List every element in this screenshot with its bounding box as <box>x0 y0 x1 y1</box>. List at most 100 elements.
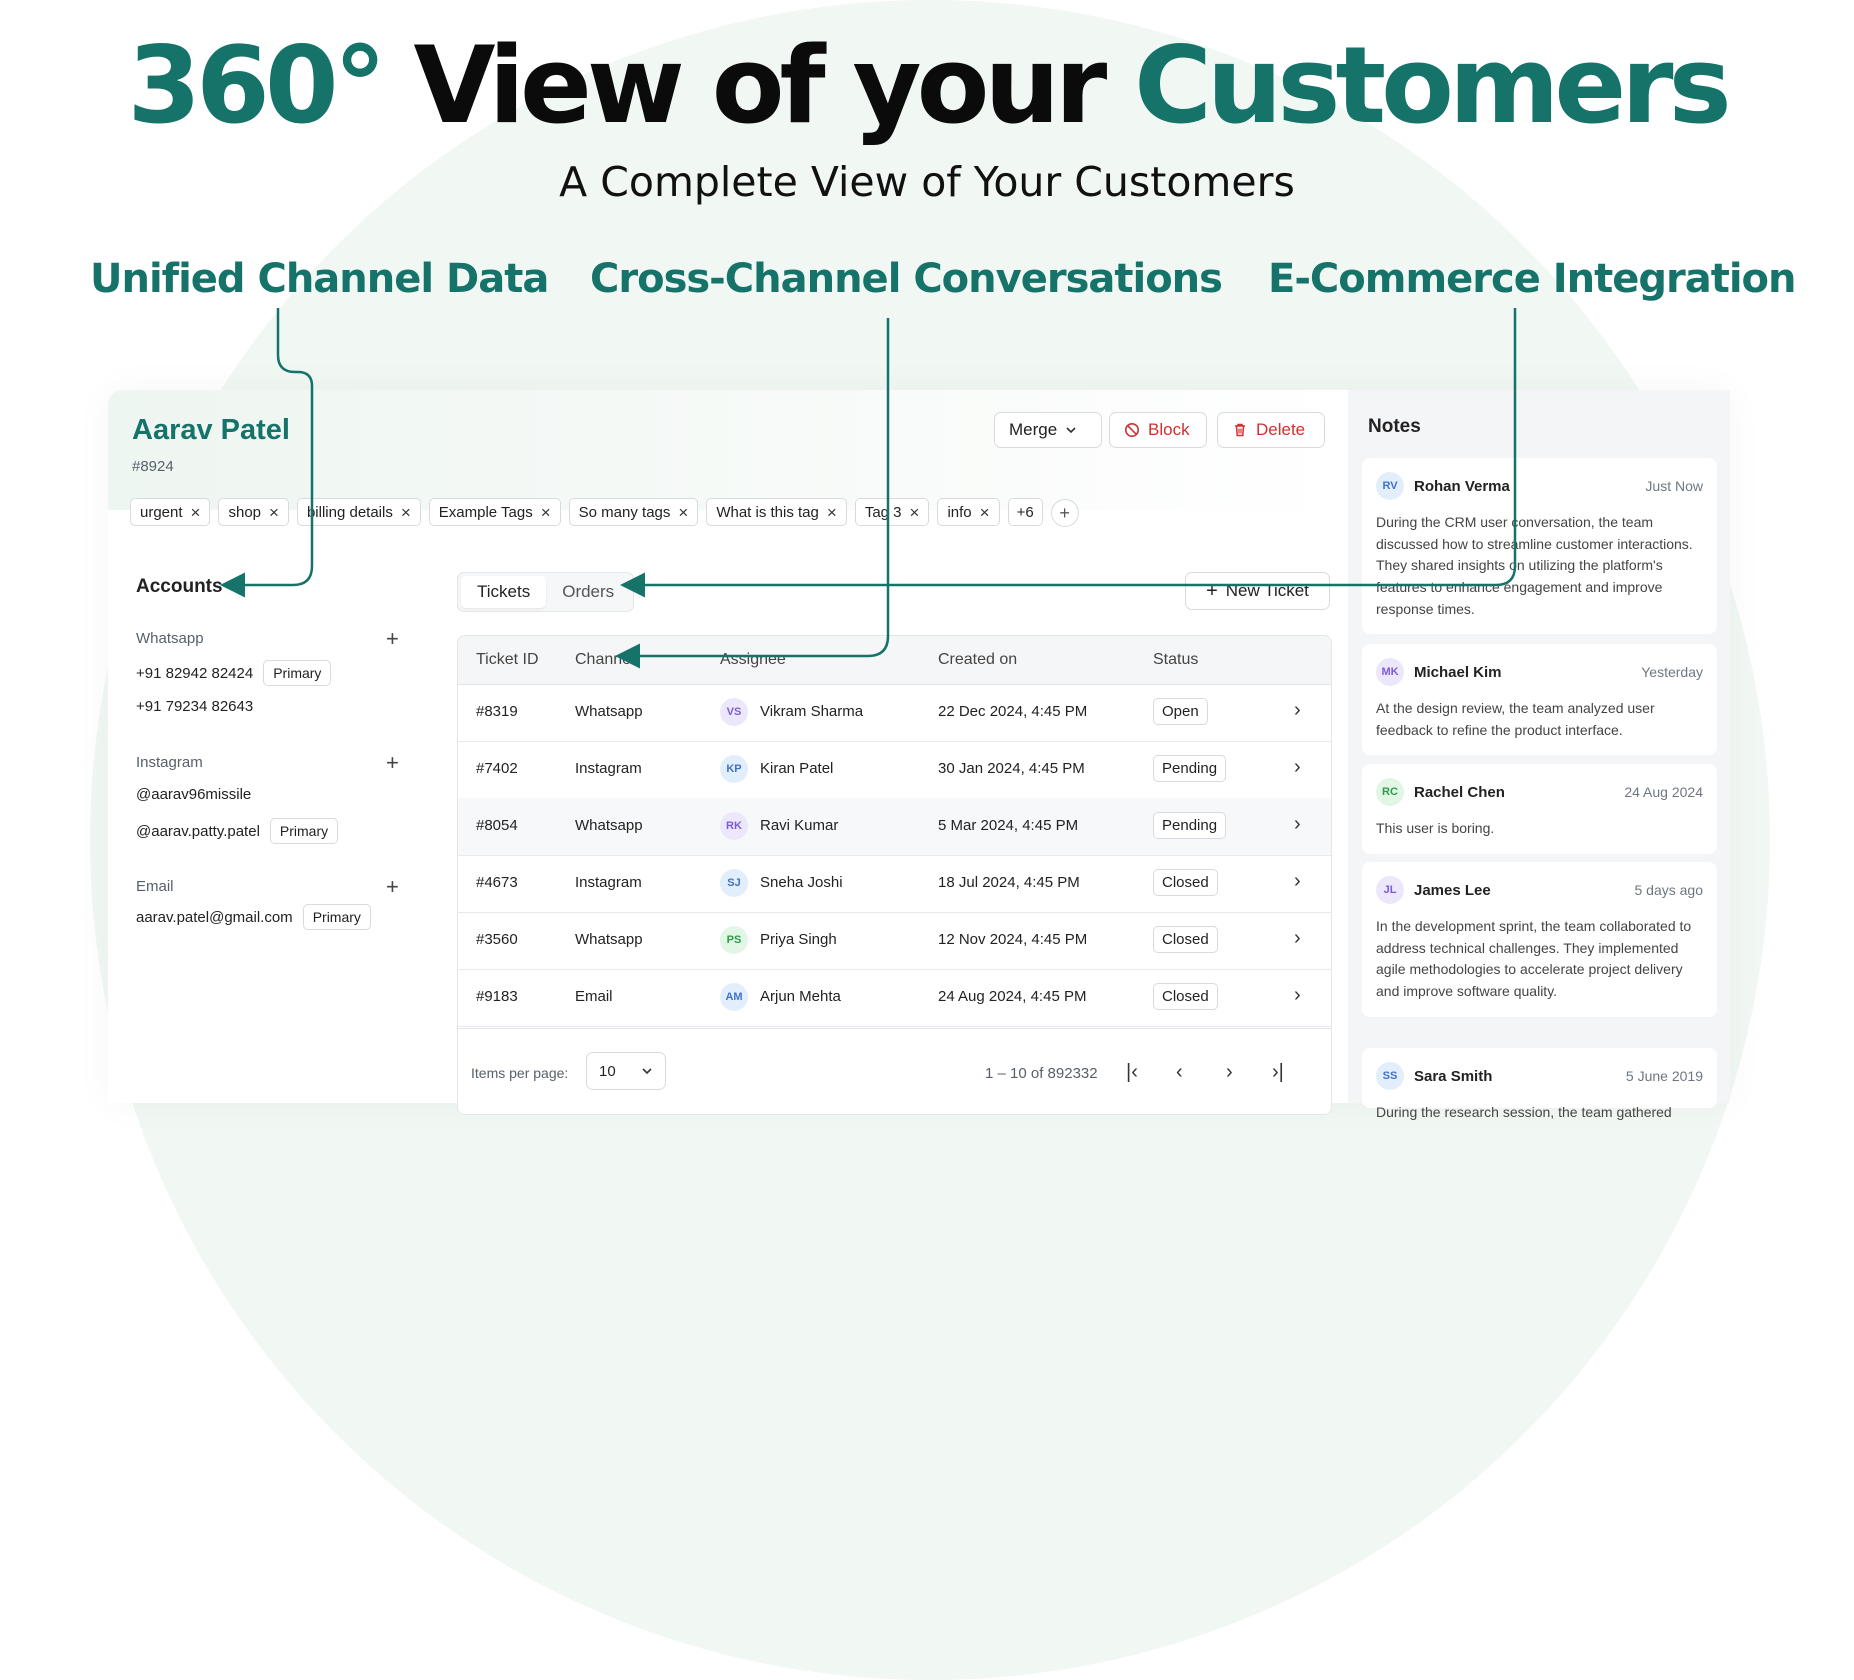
status-badge: Pending <box>1153 755 1227 782</box>
tab-tickets[interactable]: Tickets <box>461 576 547 608</box>
items-per-page-label: Items per page: <box>471 1065 569 1081</box>
panel-header-background <box>108 390 1348 510</box>
customer-profile-panel: Aarav Patel #8924 Merge Block Delete urg… <box>108 390 1730 1120</box>
tag-label: Example Tags <box>438 503 533 521</box>
feature-ecommerce-integration: E-Commerce Integration <box>1268 256 1796 302</box>
ticket-channel: Instagram <box>575 874 642 891</box>
ticket-assignee: Priya Singh <box>760 931 837 948</box>
assignee-avatar: RK <box>720 812 748 840</box>
tag-chip[interactable]: urgent × <box>130 498 211 526</box>
close-icon[interactable]: × <box>541 504 551 521</box>
plus-icon: + <box>1206 579 1218 602</box>
merge-button[interactable]: Merge <box>994 412 1102 448</box>
table-row[interactable]: #8054 Whatsapp RK Ravi Kumar 5 Mar 2024,… <box>458 798 1331 856</box>
block-button[interactable]: Block <box>1109 412 1207 448</box>
column-header-ticket-id[interactable]: Ticket ID <box>476 651 539 669</box>
note-card[interactable]: RC Rachel Chen 24 Aug 2024 This user is … <box>1362 764 1717 854</box>
column-header-created-on[interactable]: Created on <box>938 651 1017 669</box>
table-row[interactable]: #7402 Instagram KP Kiran Patel 30 Jan 20… <box>458 741 1331 799</box>
ticket-channel: Whatsapp <box>575 931 643 948</box>
feature-cross-channel-conversations: Cross-Channel Conversations <box>590 256 1223 302</box>
instagram-account-row[interactable]: @aarav96missile <box>136 786 251 803</box>
tag-chip[interactable]: What is this tag × <box>706 498 847 526</box>
table-row[interactable]: #8319 Whatsapp VS Vikram Sharma 22 Dec 2… <box>458 684 1331 742</box>
email-address: aarav.patel@gmail.com <box>136 908 293 926</box>
status-badge: Pending <box>1153 812 1227 839</box>
note-card[interactable]: MK Michael Kim Yesterday At the design r… <box>1362 644 1717 756</box>
ticket-channel: Instagram <box>575 760 642 777</box>
close-icon[interactable]: × <box>191 504 201 521</box>
tag-chip[interactable]: shop × <box>218 498 289 526</box>
note-card[interactable]: SS Sara Smith 5 June 2019 During the res… <box>1362 1048 1717 1120</box>
items-per-page-select[interactable]: 10 <box>586 1052 666 1090</box>
tag-chip[interactable]: Example Tags × <box>428 498 561 526</box>
close-icon[interactable]: × <box>910 504 920 521</box>
add-whatsapp-icon[interactable]: + <box>386 628 399 650</box>
note-author: James Lee <box>1414 881 1491 899</box>
column-header-status[interactable]: Status <box>1153 651 1198 669</box>
close-icon[interactable]: × <box>269 504 279 521</box>
add-email-icon[interactable]: + <box>386 876 399 898</box>
tag-chip[interactable]: Tag 3 × <box>854 498 930 526</box>
notes-title: Notes <box>1368 416 1421 437</box>
add-tag-icon[interactable]: + <box>1050 499 1079 527</box>
tab-orders[interactable]: Orders <box>546 576 630 608</box>
note-timestamp: 5 days ago <box>1634 882 1704 898</box>
first-page-icon[interactable]: |‹ <box>1126 1061 1138 1084</box>
instagram-account-row[interactable]: @aarav.patty.patel Primary <box>136 818 339 844</box>
note-avatar: MK <box>1376 658 1404 686</box>
tag-chip[interactable]: info × <box>937 498 1000 526</box>
hero-title: 360° View of your Customers <box>0 27 1854 145</box>
assignee-avatar: AM <box>720 983 748 1011</box>
next-page-icon[interactable]: › <box>1226 1061 1233 1084</box>
note-author: Sara Smith <box>1414 1067 1493 1085</box>
whatsapp-number: +91 79234 82643 <box>136 698 254 715</box>
close-icon[interactable]: × <box>401 504 411 521</box>
note-body: In the development sprint, the team coll… <box>1376 918 1692 1000</box>
chevron-right-icon[interactable]: › <box>1294 699 1301 722</box>
ticket-assignee: Ravi Kumar <box>760 817 839 834</box>
chevron-right-icon[interactable]: › <box>1294 984 1301 1007</box>
close-icon[interactable]: × <box>678 504 688 521</box>
assignee-avatar: PS <box>720 926 748 954</box>
tag-list: urgent × shop × billing details × Example T… <box>130 498 1079 527</box>
table-row[interactable]: #9183 Email AM Arjun Mehta 24 Aug 2024, … <box>458 969 1331 1027</box>
whatsapp-account-row[interactable]: +91 82942 82424 Primary <box>136 660 332 686</box>
chevron-right-icon[interactable]: › <box>1294 813 1301 836</box>
tag-chip[interactable]: billing details × <box>296 498 421 526</box>
assignee-avatar: KP <box>720 755 748 783</box>
pagination-range: 1 – 10 of 892332 <box>985 1065 1098 1082</box>
more-tags-button[interactable]: +6 <box>1007 498 1043 526</box>
primary-badge: Primary <box>263 660 332 686</box>
note-card[interactable]: RV Rohan Verma Just Now During the CRM u… <box>1362 458 1717 635</box>
table-row[interactable]: #4673 Instagram SJ Sneha Joshi 18 Jul 20… <box>458 855 1331 913</box>
hero-subtitle: A Complete View of Your Customers <box>559 158 1295 206</box>
email-account-row[interactable]: aarav.patel@gmail.com Primary <box>136 904 371 930</box>
note-author: Michael Kim <box>1414 663 1502 681</box>
column-header-assignee[interactable]: Assignee <box>720 651 786 669</box>
tag-chip[interactable]: So many tags × <box>568 498 699 526</box>
note-card[interactable]: JL James Lee 5 days ago In the developme… <box>1362 862 1717 1017</box>
whatsapp-number: +91 82942 82424 <box>136 664 254 682</box>
customer-name: Aarav Patel <box>132 414 290 446</box>
note-timestamp: 5 June 2019 <box>1625 1068 1703 1084</box>
chevron-right-icon[interactable]: › <box>1294 927 1301 950</box>
add-instagram-icon[interactable]: + <box>386 752 399 774</box>
delete-button[interactable]: Delete <box>1217 412 1325 448</box>
new-ticket-button[interactable]: + New Ticket <box>1185 572 1330 610</box>
last-page-icon[interactable]: ›| <box>1272 1061 1284 1084</box>
table-row[interactable]: #3560 Whatsapp PS Priya Singh 12 Nov 202… <box>458 912 1331 970</box>
whatsapp-account-row[interactable]: +91 79234 82643 <box>136 698 253 715</box>
chevron-right-icon[interactable]: › <box>1294 870 1301 893</box>
previous-page-icon[interactable]: ‹ <box>1176 1061 1183 1084</box>
ticket-created-on: 24 Aug 2024, 4:45 PM <box>938 988 1087 1005</box>
close-icon[interactable]: × <box>827 504 837 521</box>
close-icon[interactable]: × <box>980 504 990 521</box>
ticket-id: #7402 <box>476 760 518 777</box>
table-header: Ticket ID Channel Assignee Created on St… <box>458 636 1331 685</box>
instagram-handle: @aarav96missile <box>136 786 252 803</box>
chevron-right-icon[interactable]: › <box>1294 756 1301 779</box>
tag-label: So many tags <box>578 503 671 521</box>
notes-panel: Notes RV Rohan Verma Just Now During the… <box>1348 390 1730 1120</box>
column-header-channel[interactable]: Channel <box>575 651 635 669</box>
